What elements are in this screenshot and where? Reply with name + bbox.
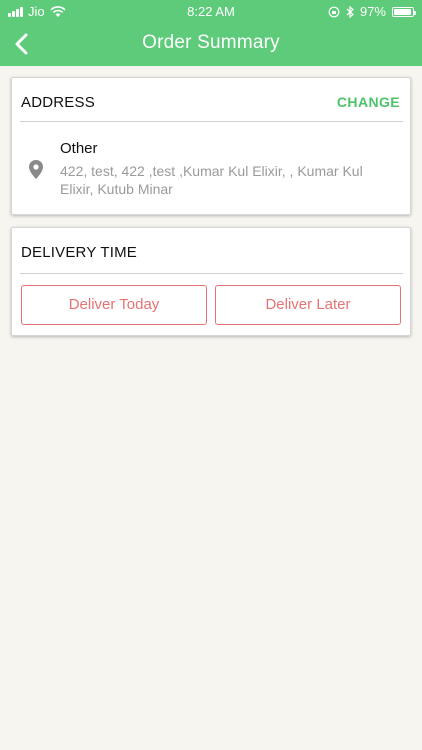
status-right: 97% (328, 4, 416, 19)
address-divider (20, 121, 403, 122)
location-pin-icon (29, 160, 43, 179)
delivery-time-card: DELIVERY TIME Deliver Today Deliver Late… (11, 227, 411, 336)
battery-fill (394, 8, 412, 15)
battery-icon (392, 6, 416, 17)
deliver-today-button[interactable]: Deliver Today (21, 285, 207, 325)
deliver-later-button[interactable]: Deliver Later (215, 285, 401, 325)
page-title: Order Summary (142, 32, 280, 53)
bluetooth-icon (346, 5, 354, 18)
battery-percent: 97% (359, 4, 386, 19)
nav-bar: Order Summary (0, 22, 422, 66)
delivery-time-heading: DELIVERY TIME (21, 244, 137, 261)
orientation-lock-icon (328, 6, 340, 17)
change-address-button[interactable]: CHANGE (337, 94, 400, 110)
address-type: Other (60, 140, 98, 157)
address-text: 422, test, 422 ,test ,Kumar Kul Elixir, … (60, 163, 363, 197)
address-card: ADDRESS CHANGE Other 422, test, 422 ,tes… (11, 77, 411, 215)
delivery-divider (20, 273, 403, 274)
status-bar: Jio 8:22 AM 97% (0, 0, 422, 22)
app-header: Jio 8:22 AM 97% Order Summary (0, 0, 422, 66)
address-heading: ADDRESS (21, 94, 95, 111)
